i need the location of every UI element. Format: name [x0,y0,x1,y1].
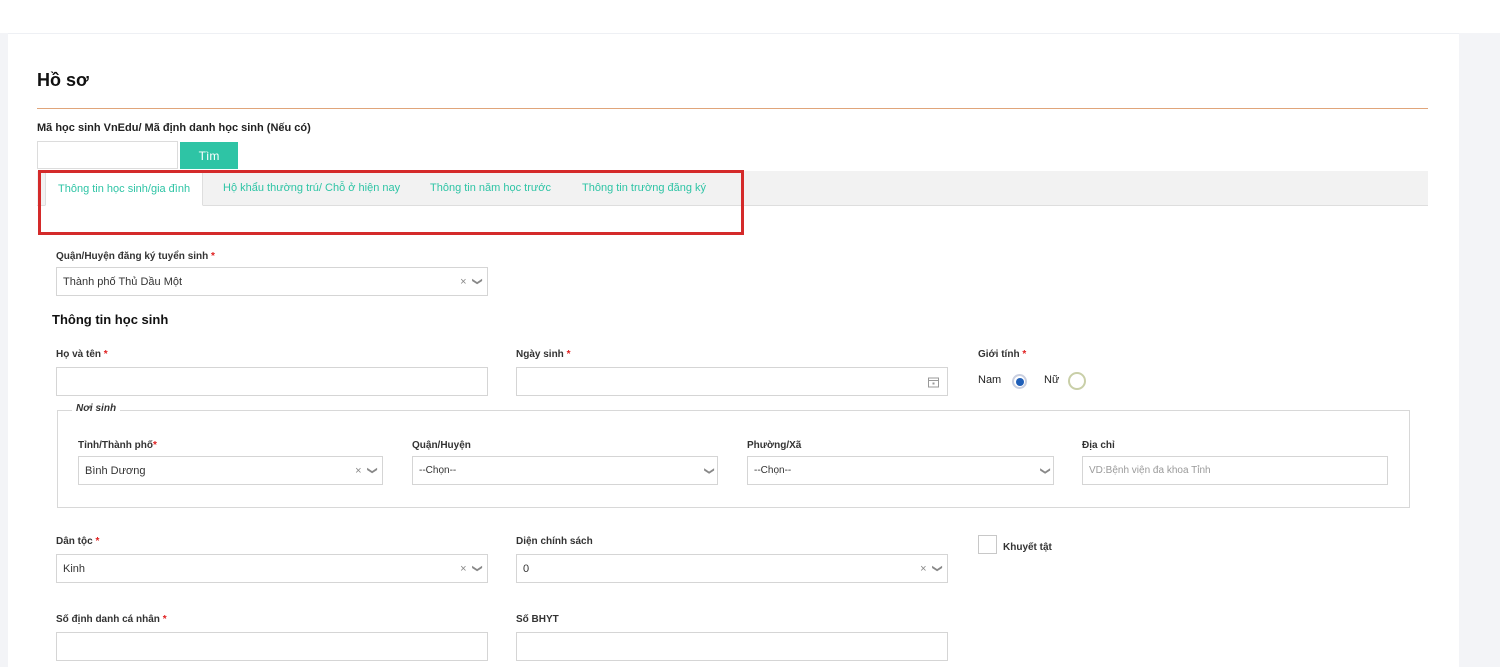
birthplace-legend: Nơi sinh [72,403,121,414]
ethnicity-select[interactable]: Kinh × ❯ [56,554,488,583]
personal-id-label: Số định danh cá nhân * [56,614,167,625]
full-name-label: Họ và tên * [56,349,108,360]
district-select[interactable]: Thành phố Thủ Dầu Một × ❯ [56,267,488,296]
tabs-highlight-box [38,170,744,235]
full-name-input[interactable] [56,367,488,396]
address-label: Địa chỉ [1082,440,1115,451]
birth-date-label: Ngày sinh * [516,349,571,360]
policy-value: 0 [523,562,530,575]
ethnicity-value: Kinh [63,562,86,575]
insurance-input[interactable] [516,632,948,661]
disability-label: Khuyết tật [1003,542,1052,553]
ward-select[interactable]: --Chọn-- ❯ [747,456,1054,485]
ethnicity-label: Dân tộc * [56,536,100,547]
bp-district-select[interactable]: --Chọn-- ❯ [412,456,718,485]
clear-icon[interactable]: × [920,563,926,575]
clear-icon[interactable]: × [460,276,466,288]
title-divider [37,108,1428,109]
policy-label: Diện chính sách [516,536,593,547]
page-title: Hồ sơ [37,70,89,90]
student-id-input[interactable] [37,141,178,169]
address-placeholder: VD:Bệnh viện đa khoa Tỉnh [1089,465,1211,476]
calendar-icon[interactable] [928,376,939,387]
gender-male-label: Nam [978,374,1002,386]
student-id-label: Mã học sinh VnEdu/ Mã định danh học sinh… [37,122,311,134]
gender-male-radio[interactable] [1012,374,1027,389]
district-value: Thành phố Thủ Dầu Một [63,275,183,288]
gender-label: Giới tính * [978,349,1027,360]
chevron-down-icon[interactable]: ❯ [366,466,377,474]
ward-label: Phường/Xã [747,440,802,451]
district-label: Quận/Huyện đăng ký tuyển sinh * [56,251,215,262]
chevron-down-icon[interactable]: ❯ [703,466,714,474]
chevron-down-icon[interactable]: ❯ [1039,466,1050,474]
address-input[interactable]: VD:Bệnh viện đa khoa Tỉnh [1082,456,1388,485]
gender-female-radio[interactable] [1068,372,1086,390]
bp-district-label: Quận/Huyện [412,440,471,451]
disability-checkbox[interactable] [978,535,997,554]
insurance-label: Số BHYT [516,614,559,625]
gender-female-label: Nữ [1044,374,1060,386]
province-select[interactable]: Bình Dương × ❯ [78,456,383,485]
province-value: Bình Dương [85,464,146,477]
chevron-down-icon[interactable]: ❯ [931,564,942,572]
ward-value: --Chọn-- [754,465,792,476]
search-button[interactable]: Tìm [180,142,238,169]
chevron-down-icon[interactable]: ❯ [471,277,482,285]
clear-icon[interactable]: × [355,465,361,477]
bp-district-value: --Chọn-- [419,465,457,476]
personal-id-input[interactable] [56,632,488,661]
student-section-title: Thông tin học sinh [52,312,169,327]
clear-icon[interactable]: × [460,563,466,575]
province-label: Tỉnh/Thành phố* [78,440,157,451]
policy-select[interactable]: 0 × ❯ [516,554,948,583]
birth-date-input[interactable] [516,367,948,396]
chevron-down-icon[interactable]: ❯ [471,564,482,572]
